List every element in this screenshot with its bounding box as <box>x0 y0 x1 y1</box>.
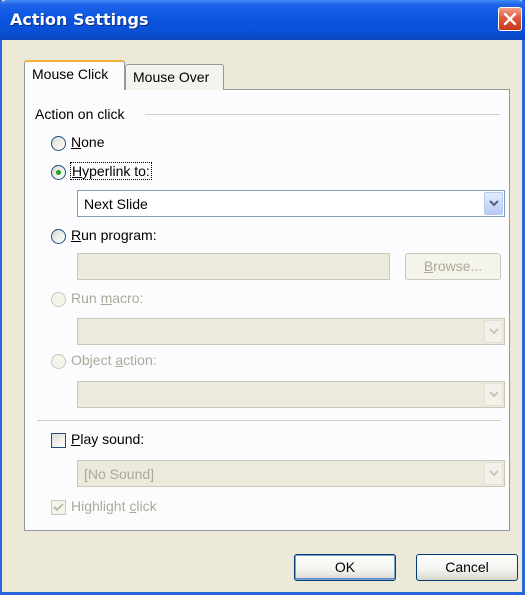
chevron-down-icon <box>488 470 499 477</box>
highlight-click-label[interactable]: Highlight click <box>71 498 157 514</box>
hyperlink-dropdown-button[interactable] <box>484 192 503 215</box>
highlight-click-checkbox[interactable] <box>51 500 66 515</box>
ok-button[interactable]: OK <box>294 554 396 581</box>
title-bar[interactable]: Action Settings <box>0 0 525 40</box>
checkmark-icon <box>53 503 64 512</box>
run-program-input[interactable] <box>77 253 390 280</box>
section-title: Action on click <box>35 106 125 122</box>
radio-run-program[interactable] <box>51 229 66 244</box>
tab-panel: Action on click None Hyperlink to: Next … <box>24 89 510 531</box>
chevron-down-icon <box>488 391 499 398</box>
sound-select[interactable]: [No Sound] <box>77 460 505 487</box>
close-icon <box>503 12 517 26</box>
sound-divider <box>37 420 501 421</box>
object-action-dropdown-button[interactable] <box>484 383 503 406</box>
tab-mouse-click-label: Mouse Click <box>32 66 109 82</box>
object-action-select[interactable] <box>77 381 505 408</box>
hyperlink-target-select[interactable]: Next Slide <box>77 190 505 217</box>
tab-mouse-over-label: Mouse Over <box>133 69 210 85</box>
tab-mouse-click[interactable]: Mouse Click <box>24 60 125 90</box>
play-sound-checkbox[interactable] <box>51 433 66 448</box>
browse-button[interactable]: Browse... <box>405 253 501 280</box>
radio-run-macro-label[interactable]: Run macro: <box>71 290 143 306</box>
radio-hyperlink-label[interactable]: Hyperlink to: <box>70 162 152 180</box>
hyperlink-target-value: Next Slide <box>84 196 148 212</box>
radio-none[interactable] <box>51 136 66 151</box>
sound-dropdown-button[interactable] <box>484 462 503 485</box>
close-button[interactable] <box>498 7 522 31</box>
dialog-window: Action Settings Mouse Click Mouse Over A… <box>0 0 525 595</box>
sound-select-value: [No Sound] <box>84 466 155 482</box>
run-macro-dropdown-button[interactable] <box>484 320 503 343</box>
play-sound-label[interactable]: Play sound: <box>71 431 144 447</box>
radio-run-macro[interactable] <box>51 292 66 307</box>
radio-object-action-label[interactable]: Object action: <box>71 352 157 368</box>
radio-run-program-label[interactable]: Run program: <box>71 227 157 243</box>
run-macro-select[interactable] <box>77 318 505 345</box>
tab-mouse-over[interactable]: Mouse Over <box>125 64 224 90</box>
chevron-down-icon <box>488 328 499 335</box>
radio-none-label[interactable]: None <box>71 134 104 150</box>
radio-object-action[interactable] <box>51 354 66 369</box>
section-divider <box>145 114 500 115</box>
window-title: Action Settings <box>10 10 149 29</box>
chevron-down-icon <box>488 200 499 207</box>
cancel-button[interactable]: Cancel <box>416 554 518 581</box>
radio-hyperlink[interactable] <box>51 165 66 180</box>
